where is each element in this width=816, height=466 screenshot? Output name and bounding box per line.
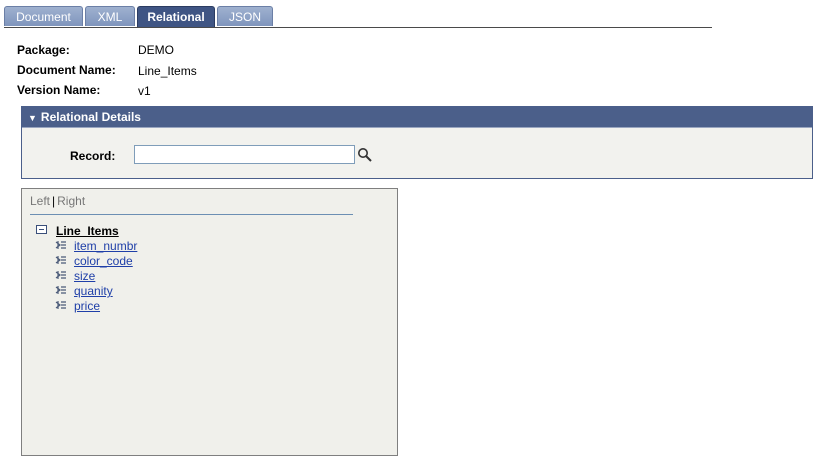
relational-details-panel: ▼ Relational Details Record:	[21, 106, 813, 179]
field-link[interactable]: quanity	[74, 284, 113, 298]
tab-document[interactable]: Document	[4, 6, 83, 26]
field-icon	[55, 241, 66, 249]
record-label: Record:	[70, 149, 116, 163]
package-label: Package:	[17, 43, 70, 57]
document-name-value: Line_Items	[138, 64, 197, 78]
tab-json[interactable]: JSON	[217, 6, 273, 26]
divider-line	[30, 214, 353, 215]
right-link[interactable]: Right	[57, 194, 85, 208]
field-icon	[55, 301, 66, 309]
tab-relational[interactable]: Relational	[137, 6, 215, 27]
left-right-separator: |	[52, 194, 56, 208]
field-icon	[55, 271, 66, 279]
record-input[interactable]	[134, 145, 355, 164]
tab-xml[interactable]: XML	[85, 6, 135, 26]
collapse-minus-icon[interactable]	[36, 225, 47, 234]
version-name-label: Version Name:	[17, 83, 101, 97]
field-link[interactable]: price	[74, 299, 100, 313]
field-icon	[55, 256, 66, 264]
field-icon	[55, 286, 66, 294]
relational-details-header[interactable]: ▼ Relational Details	[22, 107, 812, 128]
version-name-value: v1	[138, 84, 151, 98]
tree-root-label[interactable]: Line_Items	[56, 224, 119, 238]
lookup-search-icon[interactable]	[357, 147, 373, 163]
field-link[interactable]: color_code	[74, 254, 133, 268]
left-link[interactable]: Left	[30, 194, 50, 208]
tab-bar: Document XML Relational JSON	[4, 6, 712, 28]
relational-details-title: Relational Details	[40, 110, 141, 124]
package-value: DEMO	[138, 43, 174, 57]
collapse-triangle-icon[interactable]: ▼	[28, 108, 37, 129]
tree-panel: Left | Right Line_Items item_numbr color_c…	[21, 188, 398, 456]
document-name-label: Document Name:	[17, 63, 116, 77]
field-link[interactable]: item_numbr	[74, 239, 137, 253]
left-right-toggle: Left | Right	[30, 194, 85, 208]
field-link[interactable]: size	[74, 269, 95, 283]
